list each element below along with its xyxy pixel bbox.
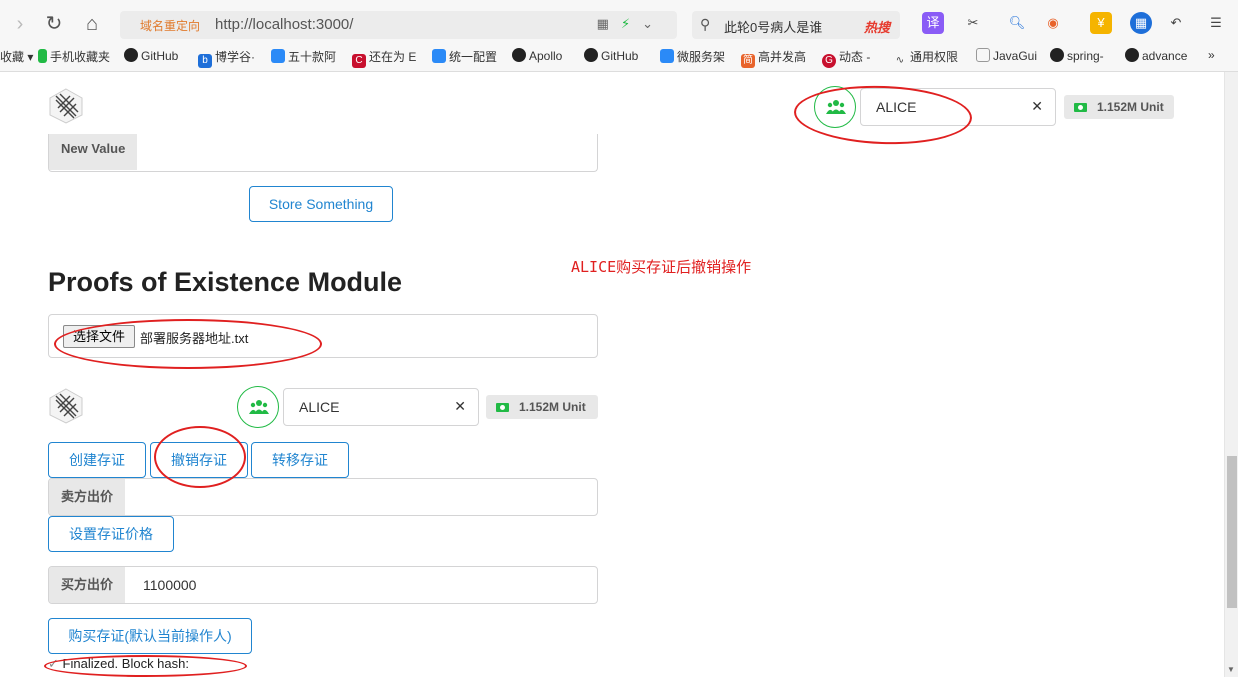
page-scrollbar[interactable]: ▼ [1224,72,1238,677]
account-dropdown[interactable]: ALICE ✕ [283,388,479,426]
buy-claim-button[interactable]: 购买存证(默认当前操作人) [48,618,252,654]
address-bar[interactable]: 域名重定向 http://localhost:3000/ ▦⚡⌄ [120,11,677,39]
annotation-ellipse [54,319,322,369]
home-icon[interactable]: ⌂ [80,12,104,36]
github-icon [124,48,138,62]
scissors-icon[interactable]: ✂ [962,12,984,34]
redirect-tag: 域名重定向 [140,19,201,33]
balance-label: 1.152M Unit [1064,95,1174,119]
money-icon [1074,103,1087,112]
page-icon [976,48,990,62]
balance-value: 1.152M Unit [1097,100,1164,114]
search-icon: ⚲ [700,16,711,32]
bookmark-item[interactable]: Apollo [512,48,562,63]
phone-icon [38,49,47,63]
seller-price-field[interactable]: 卖方出价 [48,478,598,516]
github-icon [1050,48,1064,62]
transfer-claim-button[interactable]: 转移存证 [251,442,349,478]
clear-icon[interactable]: ✕ [1031,98,1043,115]
balance-value: 1.152M Unit [519,400,586,414]
shield-yen-icon[interactable]: ¥ [1090,12,1112,34]
forward-icon[interactable]: › [8,12,32,36]
csdn-icon: C [352,54,366,68]
bookmark-item[interactable]: GitHub [584,48,638,63]
github-icon [512,48,526,62]
apps-icon[interactable]: ▦ [1130,12,1152,34]
jianshu-icon: 简 [741,54,755,68]
scroll-thumb[interactable] [1227,456,1237,608]
substrate-logo-icon [49,388,83,424]
site-icon [432,49,446,63]
buyer-price-field[interactable]: 买方出价 1100000 [48,566,598,604]
set-price-button[interactable]: 设置存证价格 [48,516,174,552]
bookmark-item[interactable]: spring- [1050,48,1104,63]
create-claim-button[interactable]: 创建存证 [48,442,146,478]
bookmark-item[interactable]: 简高并发高 [741,48,806,68]
bookmark-item[interactable]: G 动态 - [822,48,870,68]
bookmark-item[interactable]: ∿ 通用权限 [893,48,958,68]
github-icon [584,48,598,62]
scroll-down-icon[interactable]: ▼ [1227,665,1235,674]
bookmark-item[interactable]: b 博学谷· [198,48,255,68]
balance-label: 1.152M Unit [486,395,598,419]
bookmark-item[interactable]: 手机收藏夹 [38,48,110,65]
money-icon [496,403,509,412]
substrate-logo-icon [49,88,83,124]
g-icon: G [822,54,836,68]
search-text[interactable]: 此轮0号病人是谁 [724,17,822,36]
buyer-price-value[interactable]: 1100000 [143,577,196,593]
seller-price-label: 卖方出价 [49,479,126,515]
bookmarks-bar: 收藏 ▾ 手机收藏夹 GitHub b 博学谷· 五十款阿 C 还在为 E 统一配置… [0,44,1238,68]
bookmark-item[interactable]: C 还在为 E [352,48,416,68]
menu-icon[interactable]: ☰ [1205,12,1227,34]
users-icon [249,400,269,414]
annotation-ellipse [154,426,246,488]
buyer-price-label: 买方出价 [49,567,126,603]
browser-toolbar: › ↻ ⌂ 域名重定向 http://localhost:3000/ ▦⚡⌄ ⚲… [0,0,1238,72]
link-icon: ∿ [895,55,905,66]
site-icon [271,49,285,63]
toolbar-icons: 译 ✂ 🔍︎ ◉ ¥ ▦ ↶ ☰ [920,12,1230,36]
account-name: ALICE [299,399,340,415]
site-icon [660,49,674,63]
new-value-label: New Value [49,134,138,170]
module-title: Proofs of Existence Module [48,267,403,297]
translate-icon[interactable]: 译 [922,12,944,34]
reload-icon[interactable]: ↻ [42,12,66,36]
bilibili-icon: b [198,54,212,68]
magnifier-icon[interactable]: 🔍︎ [1006,12,1028,34]
undo-icon[interactable]: ↶ [1165,12,1187,34]
bookmark-item[interactable]: 微服务架 [660,48,725,65]
bookmark-item[interactable]: 统一配置 [432,48,497,65]
bookmark-item[interactable]: 五十款阿 [271,48,336,65]
bookmark-item[interactable]: 收藏 ▾ [0,48,33,65]
address-bar-icons[interactable]: ▦⚡⌄ [597,16,665,32]
store-something-button[interactable]: Store Something [249,186,393,222]
search-box[interactable]: ⚲ 此轮0号病人是谁 热搜 [692,11,900,39]
annotation-text: ALICE购买存证后撤销操作 [571,258,752,276]
new-value-field[interactable]: New Value [48,134,598,172]
github-icon [1125,48,1139,62]
bookmark-item[interactable]: JavaGui [976,48,1037,63]
annotation-ellipse [44,655,247,677]
bookmark-item[interactable]: advance [1125,48,1187,63]
hot-search-link[interactable]: 热搜 [864,17,890,36]
account-avatar[interactable] [237,386,279,428]
bookmarks-overflow[interactable]: » [1208,48,1215,62]
gamepad-icon[interactable]: ◉ [1042,12,1064,34]
url-text[interactable]: http://localhost:3000/ [215,16,353,33]
clear-icon[interactable]: ✕ [454,398,466,415]
bookmark-item[interactable]: GitHub [124,48,178,63]
page-content: ALICE ✕ 1.152M Unit New Value Store Some… [0,72,1224,677]
